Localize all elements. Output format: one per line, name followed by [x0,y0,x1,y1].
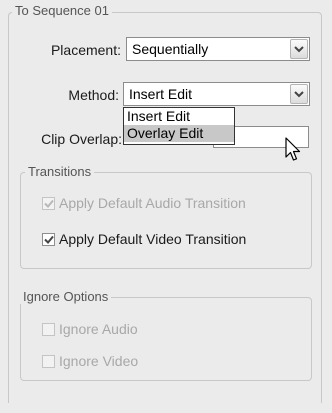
transitions-title: Transitions [25,164,95,179]
ignore-audio-row: Ignore Audio [42,321,138,337]
ignore-video-label: Ignore Video [59,353,139,369]
default-video-transition-label: Apply Default Video Transition [59,231,247,247]
default-audio-transition-label: Apply Default Audio Transition [59,195,246,211]
ignore-options-title: Ignore Options [20,289,112,304]
transitions-group [20,172,312,269]
chevron-down-icon [294,46,304,53]
placement-select[interactable]: Sequentially [126,37,310,61]
method-option-insert-edit[interactable]: Insert Edit [124,108,234,125]
method-label: Method: [68,87,119,103]
method-option-overlay-edit[interactable]: Overlay Edit [124,125,234,142]
default-audio-transition-checkbox[interactable] [42,196,55,210]
ignore-audio-checkbox[interactable] [42,322,55,336]
method-dropdown-button[interactable] [290,84,308,104]
ignore-video-row: Ignore Video [42,353,138,369]
checkmark-icon [43,199,54,208]
method-select[interactable]: Insert Edit [123,82,310,106]
to-sequence-title: To Sequence 01 [12,3,112,18]
chevron-down-icon [294,91,304,98]
placement-dropdown-button[interactable] [290,39,308,59]
placement-label: Placement: [50,42,121,58]
default-video-transition-checkbox[interactable] [42,232,55,246]
default-video-transition-row: Apply Default Video Transition [42,231,246,247]
checkmark-icon [43,235,54,244]
clip-overlap-label: Clip Overlap: [41,131,122,147]
method-dropdown-list: Insert Edit Overlay Edit [123,107,235,145]
placement-value: Sequentially [132,41,209,57]
method-value: Insert Edit [129,86,193,102]
ignore-video-checkbox[interactable] [42,354,55,368]
default-audio-transition-row: Apply Default Audio Transition [42,195,246,211]
mouse-cursor-icon [285,137,301,161]
ignore-audio-label: Ignore Audio [59,321,138,337]
